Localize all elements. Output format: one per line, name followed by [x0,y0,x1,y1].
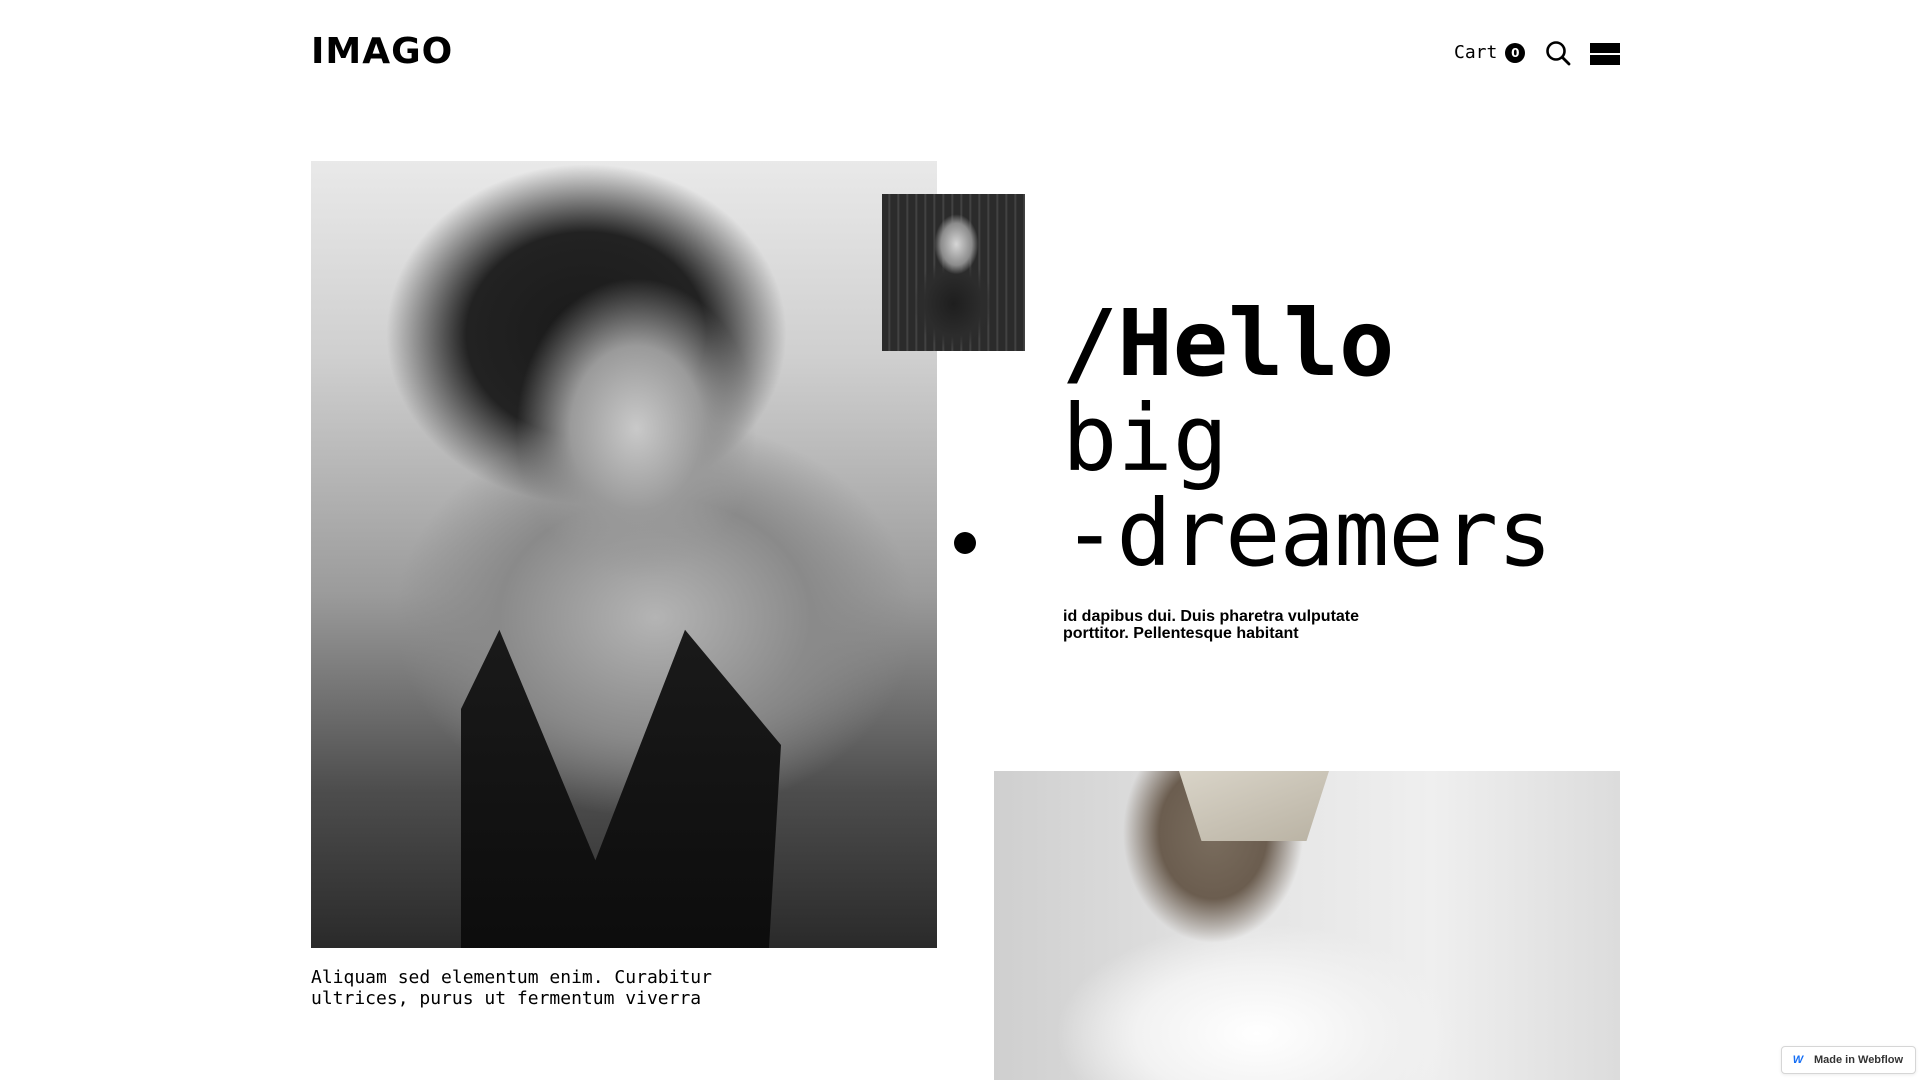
photo-man-with-book [994,771,1620,1080]
hero-heading-line-2: big [1062,385,1229,492]
hero-heading-line-3: -dreamers [1062,480,1552,587]
logo[interactable]: IMAGO [311,34,453,70]
hamburger-menu-icon [1590,43,1620,53]
photo-caption: Aliquam sed elementum enim. Curabitur ul… [311,967,712,1009]
search-button[interactable] [1545,40,1571,66]
webflow-logo-icon: W [1792,1054,1804,1066]
cart-label: Cart [1454,42,1498,63]
badge-label: Made in Webflow [1814,1054,1904,1066]
cart-link[interactable]: Cart 0 [1454,42,1526,63]
small-photo-man-sitting [882,194,1025,351]
hamburger-menu-icon-bar [1590,55,1620,65]
photo-shape [461,629,781,948]
page: IMAGO Cart 0 /Hello big -dreamers id dap… [0,0,1920,1080]
hero-description: id dapibus dui. Duis pharetra vulputate … [1063,608,1360,642]
menu-button[interactable] [1590,43,1620,65]
hero-heading-line-1: /Hello [1062,290,1395,397]
cart-count-badge: 0 [1505,42,1526,63]
hero-photo-woman [311,161,937,948]
made-in-webflow-badge[interactable]: W Made in Webflow [1781,1046,1916,1074]
photo-shape [1179,771,1329,841]
search-icon [1546,41,1571,66]
decorative-dot [954,532,976,554]
